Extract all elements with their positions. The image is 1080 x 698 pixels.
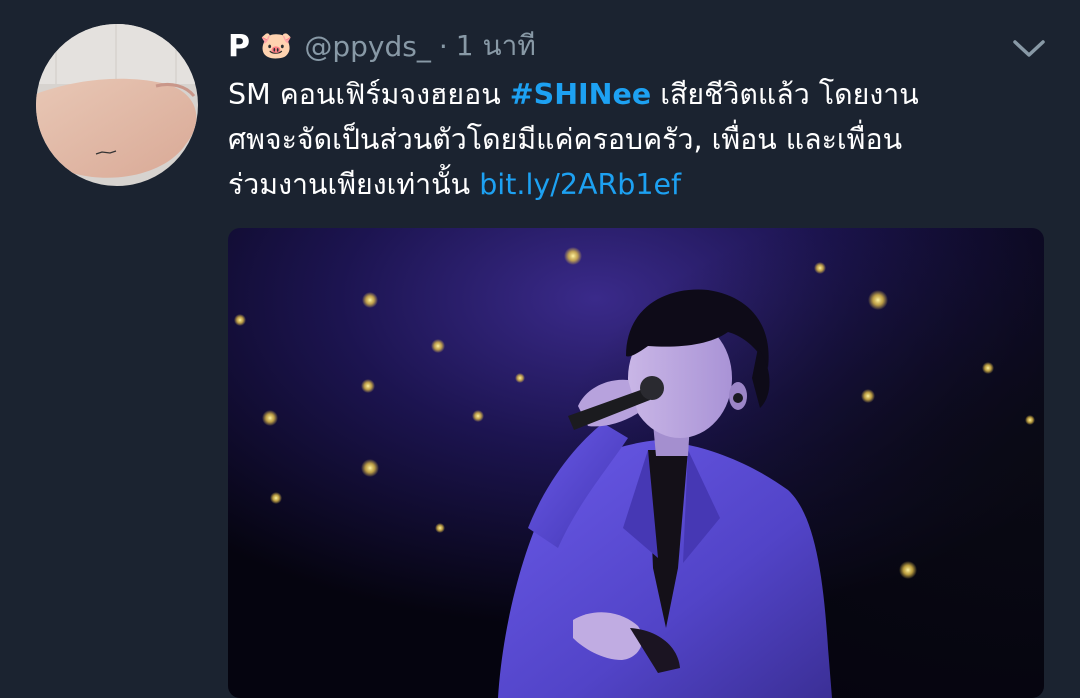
url-link[interactable]: bit.ly/2ARb1ef <box>479 168 681 201</box>
tweet-text-line-1: SM คอนเฟิร์มจงฮยอน #SHINee เสียชีวิตแล้ว… <box>228 72 1048 117</box>
display-name[interactable]: P <box>228 29 250 64</box>
avatar-image <box>36 24 198 186</box>
tweet-text-part-3: ร่วมงานเพียงเท่านั้น <box>228 168 480 201</box>
pig-emoji: 🐷 <box>260 31 293 61</box>
tweet-text-line-3: ร่วมงานเพียงเท่านั้น bit.ly/2ARb1ef <box>228 162 1048 207</box>
tweet-header: P 🐷 @ppyds_ · 1 นาที <box>228 26 536 66</box>
concert-photo <box>228 228 1044 698</box>
tweet-timestamp[interactable]: 1 นาที <box>456 24 536 68</box>
user-handle[interactable]: @ppyds_ <box>304 30 430 63</box>
tweet-media-image[interactable] <box>228 228 1044 698</box>
tweet-text: SM คอนเฟิร์มจงฮยอน #SHINee เสียชีวิตแล้ว… <box>228 72 1048 207</box>
hashtag-link[interactable]: #SHINee <box>510 78 651 111</box>
chevron-down-icon[interactable] <box>1008 30 1050 66</box>
avatar[interactable] <box>36 24 198 186</box>
tweet-text-line-2: ศพจะจัดเป็นส่วนตัวโดยมีแค่ครอบครัว, เพื่… <box>228 123 903 156</box>
separator-dot: · <box>438 29 448 63</box>
tweet-text-part-1: SM คอนเฟิร์มจงฮยอน <box>228 78 510 111</box>
tweet-text-part-2: เสียชีวิตแล้ว โดยงาน <box>651 78 919 111</box>
